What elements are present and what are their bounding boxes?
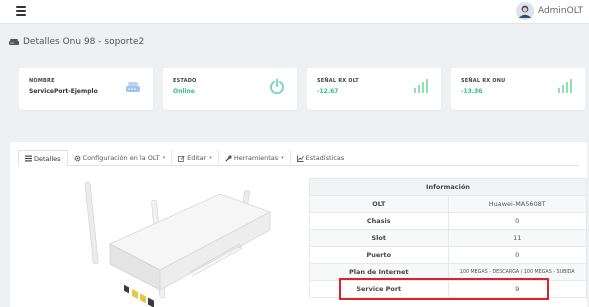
row-value: Huawei-MA5608T xyxy=(447,195,587,213)
card-value: -12.67 xyxy=(317,88,339,95)
row-key: Slot xyxy=(309,229,449,247)
avatar xyxy=(515,2,534,20)
row-value: 11 xyxy=(447,229,587,247)
tools-icon xyxy=(225,154,232,162)
card-senal-rx-onu: SEÑAL RX ONU -13.36 xyxy=(451,68,585,110)
table-header-row: Información xyxy=(309,178,587,196)
service-port-highlight xyxy=(339,278,549,300)
tab-herramientas[interactable]: Herramientas ▾ xyxy=(219,150,291,166)
router-icon xyxy=(9,39,19,45)
tab-label: Detalles xyxy=(34,154,61,163)
row-value: 0 xyxy=(447,246,587,264)
tab-label: Estadísticas xyxy=(305,154,345,162)
user-name: AdminOLT xyxy=(537,6,583,16)
card-value: ServicePort-Ejemplo xyxy=(29,88,98,95)
table-row: Slot 11 xyxy=(309,229,587,247)
card-label: SEÑAL RX ONU xyxy=(461,78,506,84)
tab-editar[interactable]: Editar ▾ xyxy=(172,150,219,166)
tab-label: Configuración en la OLT xyxy=(82,154,160,162)
tab-detalles[interactable]: Detalles xyxy=(18,150,68,167)
table-header: Información xyxy=(309,178,587,196)
hamburger-menu-icon[interactable] xyxy=(16,6,26,16)
tab-estadisticas[interactable]: Estadísticas xyxy=(291,150,351,166)
user-menu[interactable]: AdminOLT xyxy=(515,2,583,20)
power-icon xyxy=(270,78,284,94)
gear-icon xyxy=(74,155,80,161)
row-key: Chasis xyxy=(309,212,449,230)
tab-bar: Detalles Configuración en la OLT ▾ Edita… xyxy=(18,150,579,167)
card-label: ESTADO xyxy=(173,78,197,84)
page-title: Detalles Onu 98 - soporte2 xyxy=(23,37,145,47)
tab-label: Editar xyxy=(187,154,207,162)
edit-icon xyxy=(178,155,185,162)
chevron-down-icon: ▾ xyxy=(162,155,166,161)
card-value: Online xyxy=(173,88,195,95)
list-icon xyxy=(25,155,32,162)
table-row: Chasis 0 xyxy=(309,212,587,230)
router-icon xyxy=(126,82,140,92)
chevron-down-icon: ▾ xyxy=(281,155,284,161)
chevron-down-icon: ▾ xyxy=(209,155,212,161)
top-navbar: AdminOLT xyxy=(0,0,589,24)
table-row: Puerto 0 xyxy=(309,246,587,264)
card-value: -13.36 xyxy=(461,88,483,95)
card-nombre: NOMBRE ServicePort-Ejemplo xyxy=(19,68,153,110)
chart-icon xyxy=(296,154,304,162)
page-header: Detalles Onu 98 - soporte2 xyxy=(8,36,144,48)
card-senal-rx-olt: SEÑAL RX OLT -12.67 xyxy=(307,68,441,110)
tab-label: Herramientas xyxy=(233,154,279,162)
onu-device-image xyxy=(84,181,271,307)
signal-bars-icon xyxy=(558,79,572,93)
table-row: OLT Huawei-MA5608T xyxy=(309,195,587,213)
tab-configuracion-olt[interactable]: Configuración en la OLT ▾ xyxy=(68,150,173,166)
card-label: SEÑAL RX OLT xyxy=(317,78,359,84)
row-key: OLT xyxy=(309,195,449,213)
card-estado: ESTADO Online xyxy=(163,68,297,110)
card-label: NOMBRE xyxy=(29,78,55,84)
row-value: 0 xyxy=(447,212,587,230)
signal-bars-icon xyxy=(414,79,428,93)
row-key: Puerto xyxy=(309,246,449,264)
